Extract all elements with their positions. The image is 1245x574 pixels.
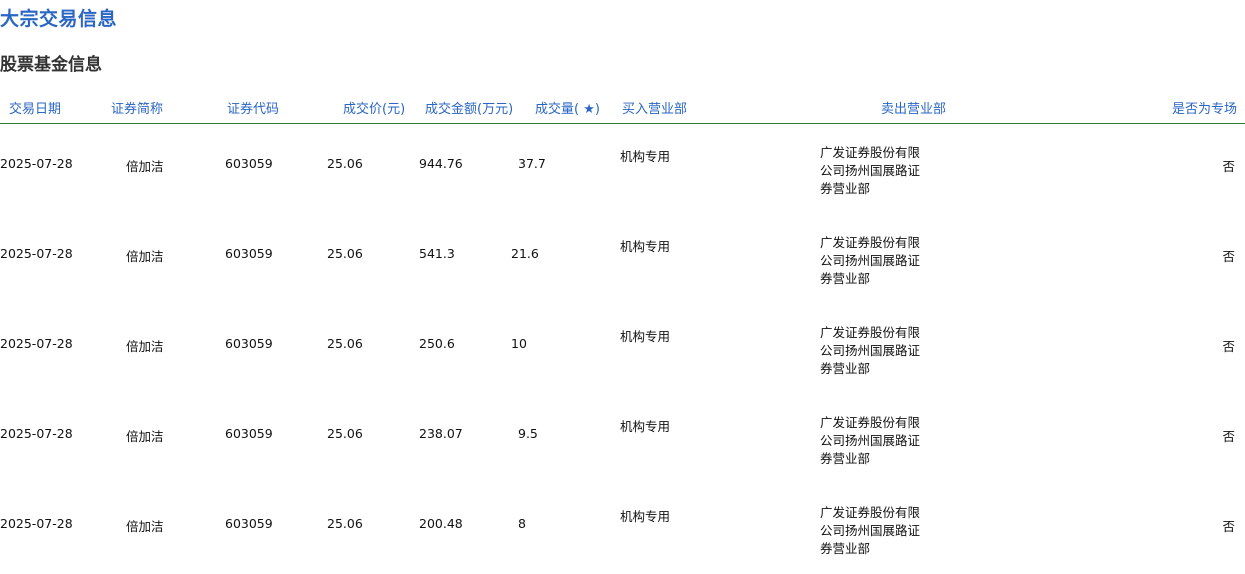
header-name[interactable]: 证券简称 [111, 98, 163, 117]
cell-special: 否 [1222, 429, 1235, 444]
cell-seller: 广发证券股份有限公司扬州国展路证券营业部 [820, 145, 921, 196]
cell-name: 倍加洁 [126, 249, 164, 264]
cell-volume: 8 [518, 516, 526, 531]
cell-special: 否 [1222, 519, 1235, 534]
cell-special: 否 [1222, 159, 1235, 174]
table-row[interactable]: 2025-07-28 倍加洁 603059 25.06 944.76 37.7 … [0, 124, 1245, 214]
header-date[interactable]: 交易日期 [9, 98, 61, 117]
cell-date: 2025-07-28 [0, 246, 73, 261]
cell-volume: 10 [511, 336, 527, 351]
cell-seller: 广发证券股份有限公司扬州国展路证券营业部 [820, 325, 921, 376]
cell-buyer: 机构专用 [620, 239, 671, 254]
header-amount[interactable]: 成交金额(万元) [425, 98, 513, 117]
table-row[interactable]: 2025-07-28 倍加洁 603059 25.06 200.48 8 机构专… [0, 484, 1245, 574]
cell-price: 25.06 [327, 516, 363, 531]
cell-price: 25.06 [327, 336, 363, 351]
cell-code: 603059 [225, 426, 273, 441]
cell-name: 倍加洁 [126, 519, 164, 534]
header-price[interactable]: 成交价(元) [343, 98, 405, 117]
cell-date: 2025-07-28 [0, 426, 73, 441]
cell-price: 25.06 [327, 156, 363, 171]
cell-volume: 37.7 [518, 156, 546, 171]
section-title: 股票基金信息 [0, 55, 102, 75]
cell-buyer: 机构专用 [620, 149, 671, 164]
cell-amount: 944.76 [419, 156, 463, 171]
cell-date: 2025-07-28 [0, 336, 73, 351]
table-row[interactable]: 2025-07-28 倍加洁 603059 25.06 541.3 21.6 机… [0, 214, 1245, 304]
cell-special: 否 [1222, 249, 1235, 264]
cell-special: 否 [1222, 339, 1235, 354]
cell-date: 2025-07-28 [0, 516, 73, 531]
cell-buyer: 机构专用 [620, 509, 671, 524]
header-code[interactable]: 证券代码 [227, 98, 279, 117]
cell-seller: 广发证券股份有限公司扬州国展路证券营业部 [820, 235, 921, 286]
cell-code: 603059 [225, 516, 273, 531]
cell-seller: 广发证券股份有限公司扬州国展路证券营业部 [820, 415, 921, 466]
table-header: 交易日期 证券简称 证券代码 成交价(元) 成交金额(万元) 成交量( ★) 买… [0, 98, 1245, 124]
cell-buyer: 机构专用 [620, 329, 671, 344]
cell-amount: 541.3 [419, 246, 455, 261]
cell-buyer: 机构专用 [620, 419, 671, 434]
header-special[interactable]: 是否为专场 [1172, 98, 1237, 117]
cell-price: 25.06 [327, 426, 363, 441]
cell-volume: 9.5 [518, 426, 538, 441]
cell-name: 倍加洁 [126, 159, 164, 174]
cell-amount: 200.48 [419, 516, 463, 531]
cell-date: 2025-07-28 [0, 156, 73, 171]
page-title: 大宗交易信息 [0, 8, 118, 30]
cell-code: 603059 [225, 336, 273, 351]
cell-name: 倍加洁 [126, 429, 164, 444]
cell-code: 603059 [225, 246, 273, 261]
header-buyer[interactable]: 买入营业部 [622, 98, 687, 117]
table-row[interactable]: 2025-07-28 倍加洁 603059 25.06 238.07 9.5 机… [0, 394, 1245, 484]
cell-price: 25.06 [327, 246, 363, 261]
cell-amount: 238.07 [419, 426, 463, 441]
header-seller[interactable]: 卖出营业部 [881, 98, 946, 117]
cell-code: 603059 [225, 156, 273, 171]
cell-amount: 250.6 [419, 336, 455, 351]
cell-volume: 21.6 [511, 246, 539, 261]
table-row[interactable]: 2025-07-28 倍加洁 603059 25.06 250.6 10 机构专… [0, 304, 1245, 394]
cell-seller: 广发证券股份有限公司扬州国展路证券营业部 [820, 505, 921, 556]
cell-name: 倍加洁 [126, 339, 164, 354]
header-volume[interactable]: 成交量( ★) [535, 98, 600, 117]
